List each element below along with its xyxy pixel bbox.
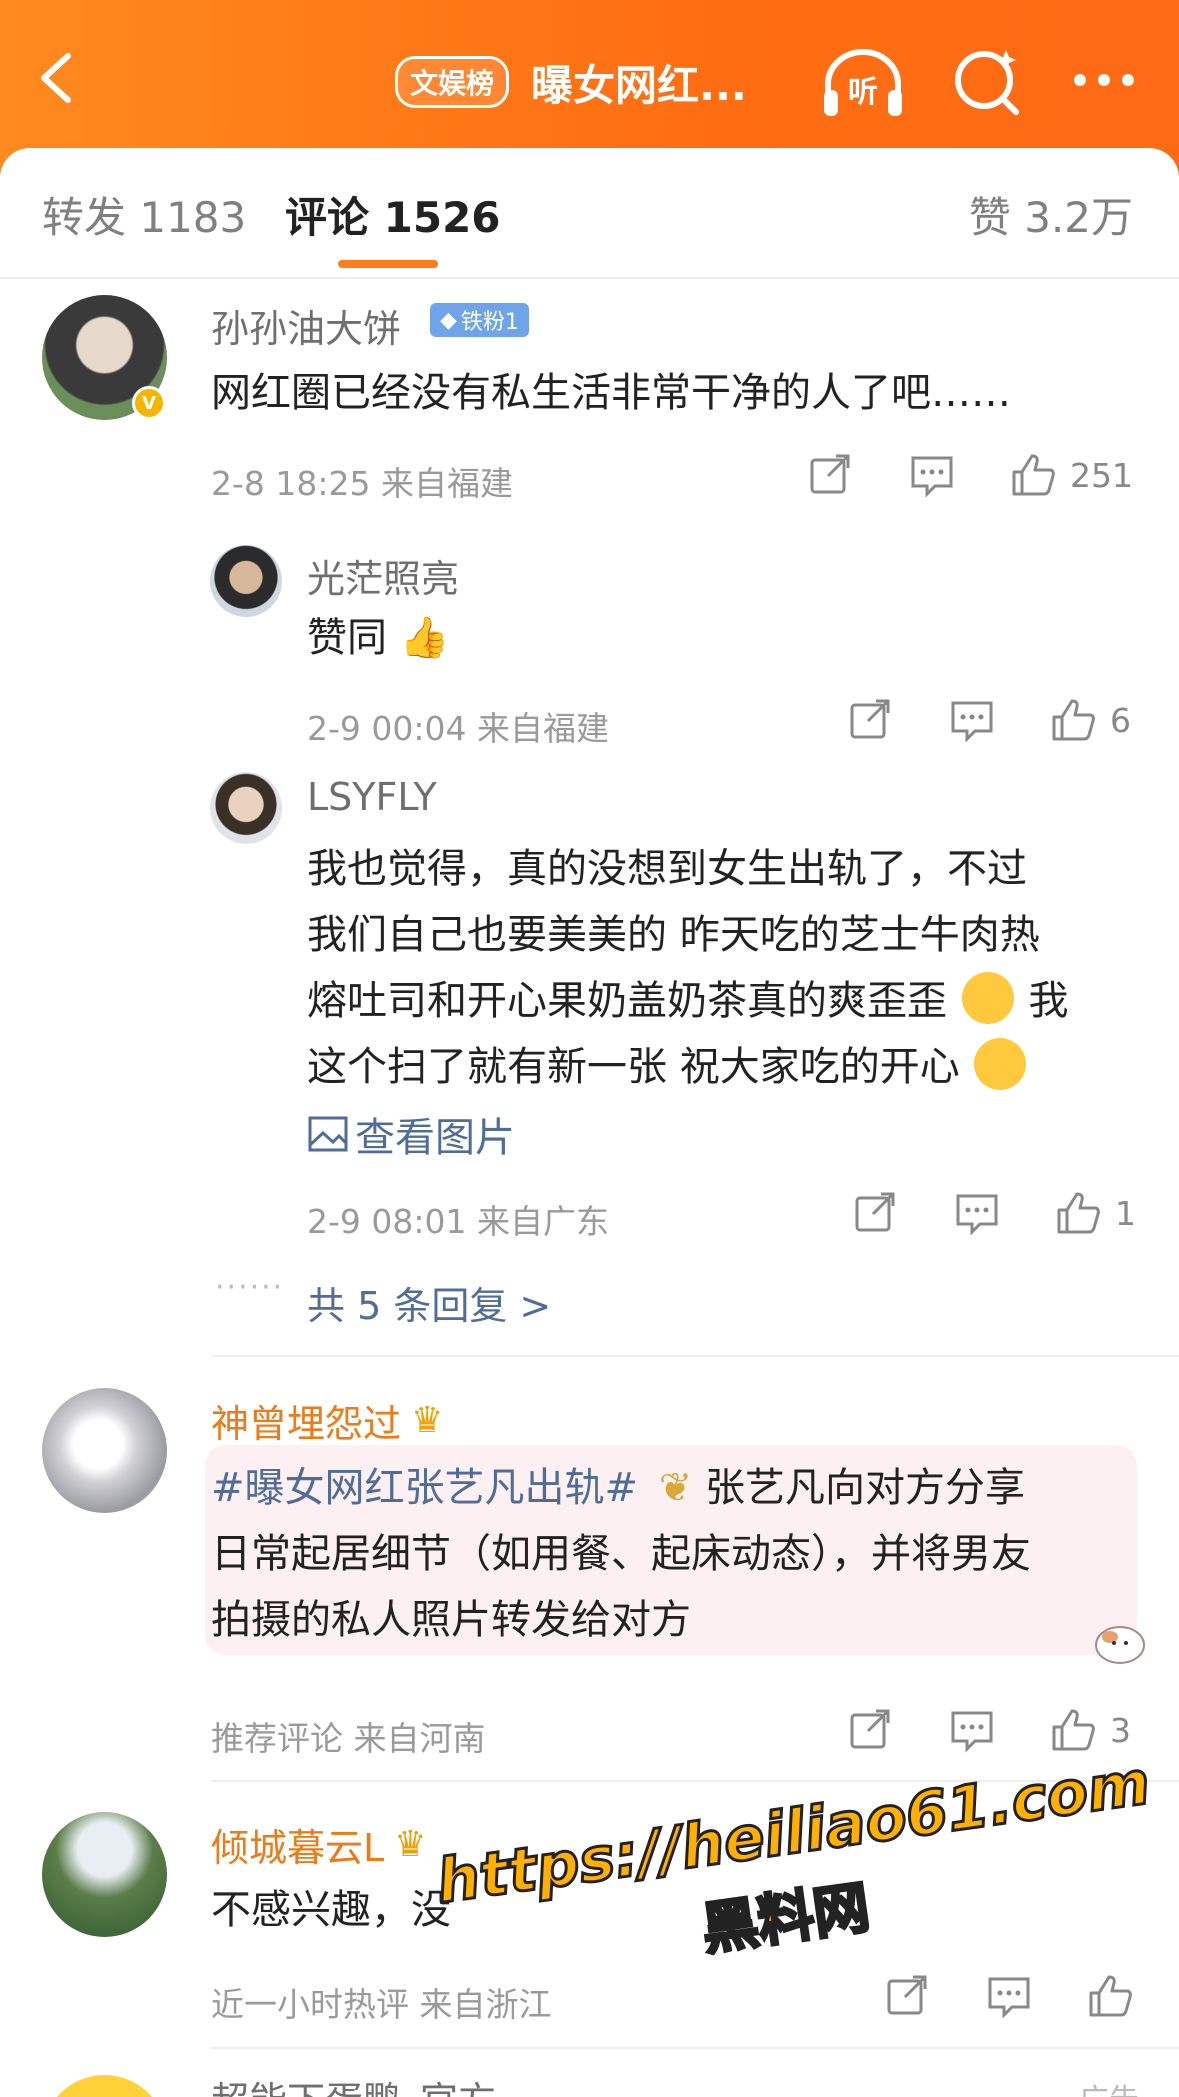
- view-picture-link[interactable]: 查看图片: [307, 1105, 515, 1163]
- divider: [211, 2047, 1179, 2049]
- hamster-icon: [1095, 1626, 1145, 1664]
- share-icon[interactable]: [853, 1190, 899, 1236]
- share-icon[interactable]: [885, 1973, 931, 2019]
- comment-icon[interactable]: [949, 697, 995, 743]
- share-icon[interactable]: [848, 1707, 894, 1753]
- comment-text: 不感兴趣，没: [211, 1887, 451, 1933]
- reply-line: 这个扫了就有新一张 祝大家吃的开心: [307, 1044, 960, 1090]
- divider: [0, 277, 1179, 279]
- reply-text-content: 赞同: [307, 615, 387, 661]
- reply-line: 熔吐司和开心果奶盖奶茶真的爽歪歪: [307, 978, 947, 1024]
- comment-meta: 推荐评论 来自河南: [211, 1719, 486, 1758]
- avatar[interactable]: [210, 545, 282, 617]
- share-icon[interactable]: [848, 697, 894, 743]
- tab-like[interactable]: 赞 3.2万: [969, 184, 1133, 245]
- reply-meta: 2-9 00:04 来自福建: [307, 709, 609, 748]
- thumbs-up-icon[interactable]: [1050, 1707, 1096, 1753]
- comment-text: 网红圈已经没有私生活非常干净的人了吧……: [211, 370, 1011, 416]
- reply-line: 我们自己也要美美的 昨天吃的芝士牛肉热: [307, 912, 1040, 958]
- tab-repost[interactable]: 转发 1183: [42, 184, 246, 245]
- reply-text: 赞同 👍: [307, 605, 450, 671]
- like-count: 6: [1110, 700, 1131, 740]
- avatar[interactable]: [210, 772, 282, 844]
- avatar[interactable]: [42, 1388, 167, 1513]
- chevron-left-icon: [41, 53, 71, 103]
- comment-actions: 251: [808, 452, 1133, 498]
- comment-line: 日常起居细节（如用餐、起床动态），并将男友: [211, 1531, 1031, 1577]
- wheat-emoji-icon: ❦: [658, 1465, 693, 1511]
- reply-line: 我也觉得，真的没想到女生出轨了，不过: [307, 846, 1027, 892]
- comment-username[interactable]: 倾城暮云L: [211, 1817, 384, 1872]
- comment-icon[interactable]: [954, 1190, 1000, 1236]
- heart-emoji-icon: [974, 1038, 1027, 1090]
- reply-actions: 6: [848, 697, 1131, 743]
- reply-meta: 2-9 08:01 来自广东: [307, 1202, 609, 1241]
- comment-username-row: 神曾埋怨过 ♛: [211, 1393, 443, 1448]
- thumbs-up-icon[interactable]: [1055, 1190, 1101, 1236]
- avatar[interactable]: [42, 1812, 167, 1937]
- comment-username[interactable]: 孙孙油大饼: [211, 298, 401, 353]
- reply-username[interactable]: 光茫照亮: [307, 548, 459, 603]
- header-title-group[interactable]: 文娱榜 曝女网红...: [395, 52, 747, 112]
- search-icon: [955, 50, 1019, 115]
- crown-icon: ♛: [411, 1400, 444, 1441]
- crown-icon: ♛: [394, 1824, 427, 1865]
- tab-comment[interactable]: 评论 1526: [285, 184, 501, 245]
- search-button[interactable]: [944, 42, 1034, 122]
- grin-emoji-icon: [961, 972, 1014, 1024]
- divider: [211, 1355, 1179, 1357]
- svg-text:听: 听: [848, 75, 878, 110]
- hashtag-link[interactable]: #曝女网红张艺凡出轨#: [211, 1465, 638, 1511]
- like-count: 3: [1110, 1710, 1131, 1750]
- comment-icon[interactable]: [909, 452, 955, 498]
- comment-username-row: 倾城暮云L ♛: [211, 1817, 426, 1872]
- comment-line: #曝女网红张艺凡出轨# ❦ 张艺凡向对方分享: [211, 1455, 1131, 1521]
- replies-dots: ······: [215, 1270, 285, 1305]
- reply-line-suffix: 我: [1028, 978, 1069, 1024]
- thumbs-up-icon[interactable]: [1010, 452, 1056, 498]
- thumbs-up-emoji: 👍: [399, 615, 450, 661]
- comment-actions: 3: [848, 1707, 1131, 1753]
- thumbs-up-icon[interactable]: [1087, 1973, 1133, 2019]
- image-icon: [308, 1116, 348, 1152]
- view-picture-label: 查看图片: [355, 1115, 515, 1161]
- fan-badge-label: 铁粉1: [460, 310, 519, 335]
- listen-button[interactable]: 听: [818, 42, 908, 122]
- fan-badge: ◆ 铁粉1: [430, 303, 529, 337]
- comment-text: #曝女网红张艺凡出轨# ❦ 张艺凡向对方分享 日常起居细节（如用餐、起床动态），…: [211, 1455, 1131, 1653]
- like-count: 1: [1115, 1193, 1136, 1233]
- comment-meta: 2-8 18:25 来自福建: [211, 464, 513, 503]
- title-badge: 文娱榜: [395, 56, 510, 108]
- tab-bar: 转发 1183 评论 1526 赞 3.2万: [0, 148, 1179, 278]
- headphones-icon: 听: [824, 49, 902, 116]
- comment-username[interactable]: 神曾埋怨过: [211, 1393, 401, 1448]
- reply-text: 我也觉得，真的没想到女生出轨了，不过 我们自己也要美美的 昨天吃的芝士牛肉热 熔…: [307, 836, 1137, 1100]
- reply-actions: 1: [853, 1190, 1136, 1236]
- comment-line: 拍摄的私人照片转发给对方: [211, 1597, 691, 1643]
- more-icon: [1074, 74, 1134, 86]
- back-button[interactable]: [30, 48, 90, 108]
- like-count: 251: [1070, 455, 1133, 495]
- ad-label: 广告: [1079, 2075, 1139, 2097]
- comment-icon[interactable]: [986, 1973, 1032, 2019]
- verified-badge: V: [132, 386, 166, 420]
- comment-icon[interactable]: [949, 1707, 995, 1753]
- share-icon[interactable]: [808, 452, 854, 498]
- reply-line-3: 熔吐司和开心果奶盖奶茶真的爽歪歪 我: [307, 968, 1137, 1034]
- page-title: 曝女网红...: [531, 60, 747, 110]
- hamster-sticker: [1090, 1615, 1150, 1665]
- thumbs-up-icon[interactable]: [1050, 697, 1096, 743]
- tab-active-indicator: [338, 260, 438, 268]
- more-replies-link[interactable]: 共 5 条回复 >: [307, 1275, 551, 1330]
- comment-actions: [885, 1973, 1133, 2019]
- more-button[interactable]: [1062, 42, 1152, 122]
- reply-username[interactable]: LSYFLY: [307, 775, 437, 819]
- comment-username[interactable]: 超能下蛋鹏_官方: [211, 2070, 496, 2097]
- comment-line-text: 张艺凡向对方分享: [704, 1465, 1025, 1511]
- diamond-icon: ◆: [440, 307, 457, 333]
- reply-line-4: 这个扫了就有新一张 祝大家吃的开心: [307, 1034, 1137, 1100]
